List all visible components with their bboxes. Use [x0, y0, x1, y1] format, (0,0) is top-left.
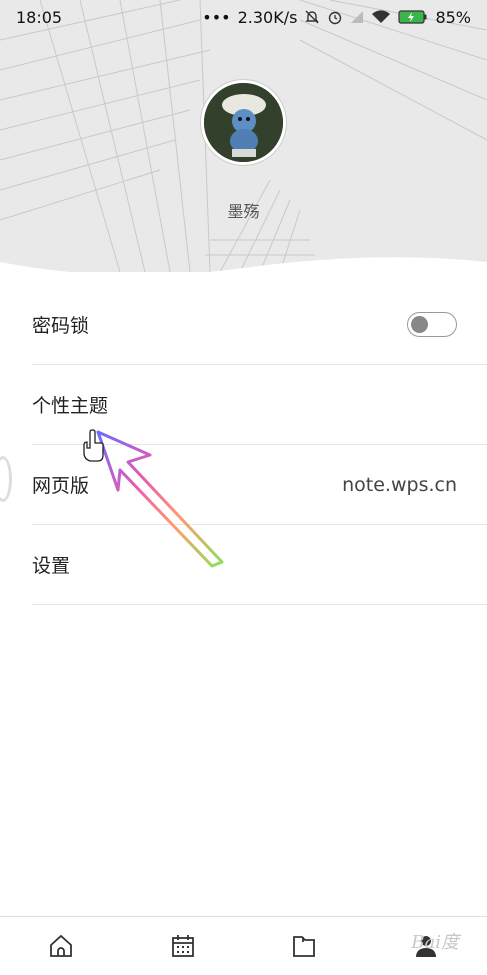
status-time: 18:05: [16, 7, 63, 27]
settings-row-settings[interactable]: 设置: [32, 525, 487, 605]
watermark: Bai度: [411, 932, 459, 953]
alarm-icon: [327, 9, 343, 25]
battery-charging-icon: [398, 9, 428, 25]
signal-icon: [350, 10, 364, 24]
tab-files[interactable]: [244, 917, 366, 975]
settings-row-theme[interactable]: 个性主题: [32, 365, 487, 445]
avatar-image: [204, 83, 283, 162]
tab-calendar[interactable]: [122, 917, 244, 975]
settings-row-web-version[interactable]: 网页版 note.wps.cn: [32, 445, 487, 525]
settings-list: 密码锁 个性主题 网页版 note.wps.cn 设置: [0, 285, 487, 605]
tab-home[interactable]: [0, 917, 122, 975]
settings-row-label: 网页版: [32, 475, 90, 497]
status-bar: 18:05 ••• 2.30K/s 85%: [0, 0, 487, 34]
avatar[interactable]: [201, 80, 286, 165]
status-dots: •••: [202, 7, 231, 27]
web-version-url: note.wps.cn: [342, 473, 457, 496]
settings-row-label: 设置: [32, 555, 71, 577]
settings-row-label: 密码锁: [32, 315, 90, 337]
calendar-icon: [170, 933, 196, 975]
username: 墨殇: [227, 202, 260, 221]
network-speed: 2.30K/s: [237, 7, 298, 27]
battery-percent: 85%: [435, 7, 471, 27]
password-lock-toggle[interactable]: [407, 312, 457, 337]
wifi-icon: [371, 9, 391, 25]
mute-bell-icon: [304, 9, 320, 25]
settings-row-label: 个性主题: [32, 395, 109, 417]
home-icon: [48, 933, 74, 975]
settings-row-password-lock[interactable]: 密码锁: [32, 285, 487, 365]
profile-header: 墨殇: [0, 0, 487, 272]
folder-icon: [291, 933, 317, 975]
toggle-knob: [411, 315, 428, 333]
